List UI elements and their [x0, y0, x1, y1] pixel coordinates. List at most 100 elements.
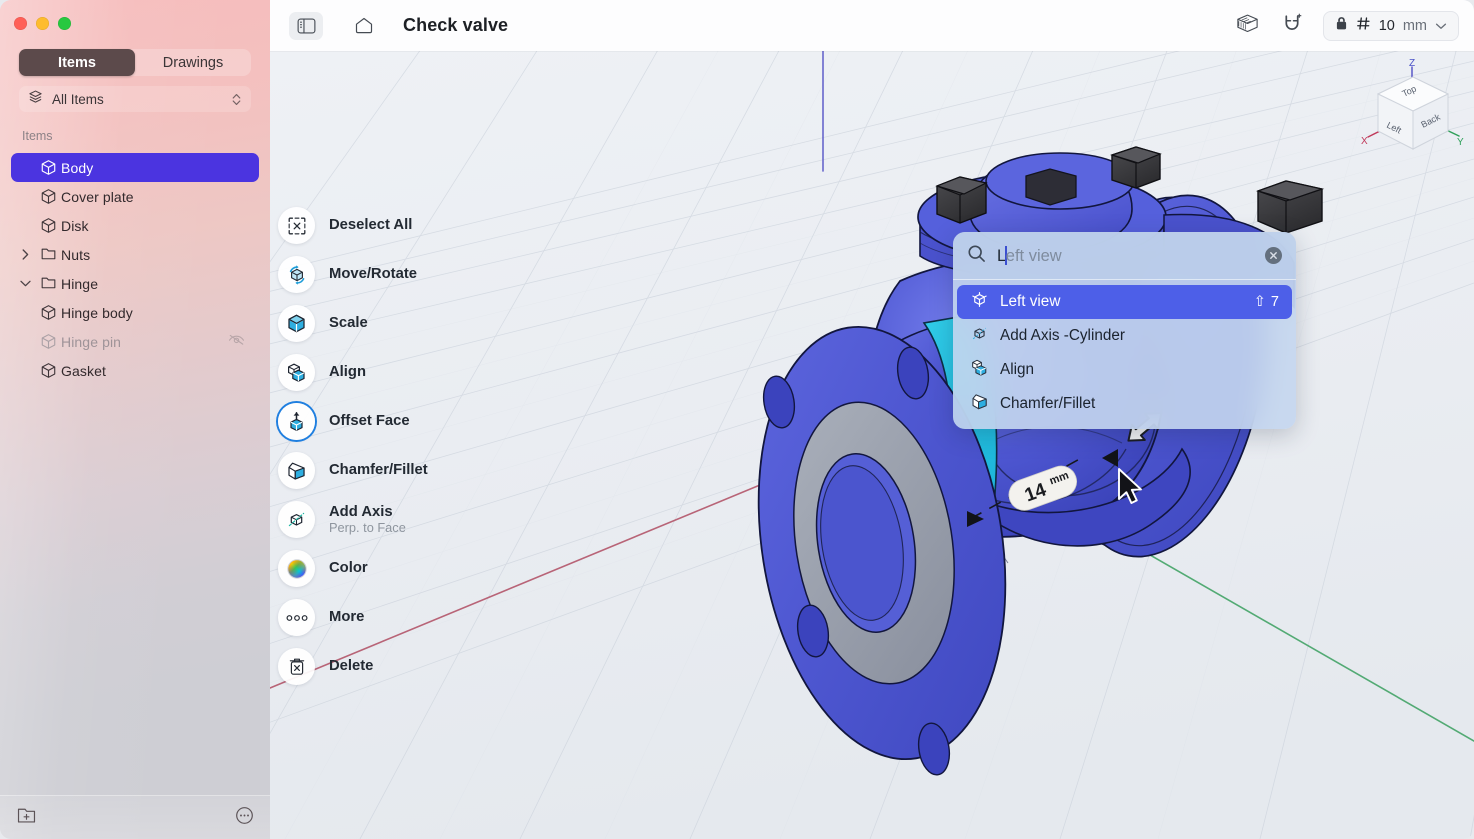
top-toolbar: Check valve 10 mm: [270, 0, 1474, 51]
tab-items[interactable]: Items: [19, 49, 135, 76]
chevron-down-icon: [1435, 18, 1447, 34]
search-row[interactable]: Left view: [953, 232, 1296, 280]
all-items-label: All Items: [52, 91, 104, 107]
tool-label: Move/Rotate: [329, 266, 417, 283]
document-title: Check valve: [403, 15, 509, 35]
folder-icon: [35, 246, 61, 263]
search-result-label: Align: [1000, 361, 1035, 378]
clear-search-icon[interactable]: [1265, 247, 1282, 264]
tool-label: Add Axis Perp. to Face: [329, 503, 406, 536]
tool-label: Chamfer/Fillet: [329, 462, 428, 479]
tool-label: Offset Face: [329, 413, 410, 430]
cube-icon: [35, 217, 61, 234]
trash-icon: [278, 648, 315, 685]
tree-item-gasket[interactable]: Gasket: [11, 356, 259, 385]
tree-item-hinge-pin[interactable]: Hinge pin: [11, 327, 259, 356]
top-toolbar-right: 10 mm: [1234, 10, 1474, 41]
tree-item-body[interactable]: Body: [11, 153, 259, 182]
folder-icon: [35, 275, 61, 292]
scale-icon: [278, 305, 315, 342]
search-result-label: Add Axis -Cylinder: [1000, 327, 1125, 344]
tool-move-rotate[interactable]: Move/Rotate: [278, 250, 508, 299]
search-result-label: Left view: [1000, 293, 1061, 310]
home-icon[interactable]: [347, 12, 381, 40]
search-result-add-axis-cylinder[interactable]: Add Axis -Cylinder: [957, 319, 1292, 353]
tool-deselect-all[interactable]: Deselect All: [278, 201, 508, 250]
cube-icon: [35, 188, 61, 205]
unit-label: mm: [1402, 17, 1427, 34]
tool-color[interactable]: Color: [278, 544, 508, 593]
command-search-popup: Left view Left view ⇧ 7 Add Axis -Cylind…: [953, 232, 1296, 429]
nut-center-back: [1025, 168, 1077, 206]
tree-item-label: Nuts: [61, 246, 91, 263]
add-folder-icon[interactable]: [16, 806, 37, 830]
cube-icon: [35, 362, 61, 379]
move-rotate-icon: [278, 256, 315, 293]
tree-item-disk[interactable]: Disk: [11, 211, 259, 240]
tree-item-label: Hinge: [61, 275, 99, 292]
search-result-left-view[interactable]: Left view ⇧ 7: [957, 285, 1292, 319]
shortcut-hint: ⇧ 7: [1254, 294, 1279, 310]
search-icon: [967, 244, 986, 268]
sidebar: Items Drawings All Items Items Body Cove…: [0, 0, 270, 839]
viewcube-axis-y-label: Y: [1457, 137, 1464, 148]
more-circle-icon[interactable]: [235, 806, 254, 830]
app-window: Items Drawings All Items Items Body Cove…: [0, 0, 1474, 839]
tool-align[interactable]: Align: [278, 348, 508, 397]
tool-label: Delete: [329, 658, 374, 675]
tool-more[interactable]: More: [278, 593, 508, 642]
chamfer-icon: [278, 452, 315, 489]
axis-cube-icon: [970, 324, 989, 348]
items-section-header: Items: [22, 129, 53, 143]
sidebar-toggle-icon[interactable]: [289, 11, 323, 40]
chevron-down-icon[interactable]: [15, 279, 35, 288]
chamfer-cube-icon: [970, 392, 989, 416]
tool-delete[interactable]: Delete: [278, 642, 508, 691]
items-tree: Body Cover plate Disk Nuts Hinge Hinge b…: [11, 153, 259, 385]
view-cube-gizmo[interactable]: Z X Y Top Left Back: [1360, 55, 1466, 161]
search-input[interactable]: Left view: [997, 245, 1062, 266]
tool-sublabel: Perp. to Face: [329, 520, 406, 536]
shortcut-key: 7: [1270, 294, 1279, 310]
unit-value: 10: [1378, 17, 1395, 34]
tool-label: Deselect All: [329, 217, 413, 234]
deselect-icon: [278, 207, 315, 244]
tree-item-cover-plate[interactable]: Cover plate: [11, 182, 259, 211]
tool-add-axis[interactable]: Add Axis Perp. to Face: [278, 495, 508, 544]
tool-scale[interactable]: Scale: [278, 299, 508, 348]
magnet-snap-icon[interactable]: [1281, 11, 1303, 41]
search-result-chamfer-fillet[interactable]: Chamfer/Fillet: [957, 387, 1292, 421]
zoom-window-button[interactable]: [58, 17, 71, 30]
close-window-button[interactable]: [14, 17, 27, 30]
cube-icon: [35, 159, 61, 176]
nut-top: [1110, 146, 1162, 189]
tree-item-label: Cover plate: [61, 188, 134, 205]
tree-item-nuts[interactable]: Nuts: [11, 240, 259, 269]
units-dropdown[interactable]: 10 mm: [1322, 10, 1459, 41]
tool-offset-face[interactable]: Offset Face: [278, 397, 508, 446]
viewcube-axis-z-label: Z: [1409, 58, 1415, 69]
tab-drawings[interactable]: Drawings: [135, 49, 251, 76]
color-wheel-icon: [278, 550, 315, 587]
tree-item-label: Hinge body: [61, 304, 133, 321]
tree-item-label: Gasket: [61, 362, 106, 379]
all-items-dropdown[interactable]: All Items: [19, 86, 251, 112]
sidebar-tab-bar: Items Drawings: [19, 49, 251, 76]
minimize-window-button[interactable]: [36, 17, 49, 30]
tool-label: Color: [329, 560, 368, 577]
shortcut-modifier: ⇧: [1253, 294, 1266, 310]
tool-chamfer-fillet[interactable]: Chamfer/Fillet: [278, 446, 508, 495]
material-icon[interactable]: [1234, 11, 1261, 41]
lock-icon: [1335, 16, 1348, 35]
tree-item-label: Body: [61, 159, 94, 176]
viewcube-axis-x-label: X: [1361, 136, 1368, 147]
align-cubes-icon: [970, 358, 989, 382]
eye-hidden-icon[interactable]: [228, 333, 245, 351]
chevron-right-icon[interactable]: [15, 248, 35, 261]
search-results-list: Left view ⇧ 7 Add Axis -Cylinder Align C…: [953, 285, 1296, 429]
tree-item-hinge-body[interactable]: Hinge body: [11, 298, 259, 327]
viewport-3d[interactable]: 14 mm Z X Y Top Left Back Deselect All M…: [270, 51, 1474, 839]
tool-label: Align: [329, 364, 366, 381]
tree-item-hinge[interactable]: Hinge: [11, 269, 259, 298]
search-result-align[interactable]: Align: [957, 353, 1292, 387]
